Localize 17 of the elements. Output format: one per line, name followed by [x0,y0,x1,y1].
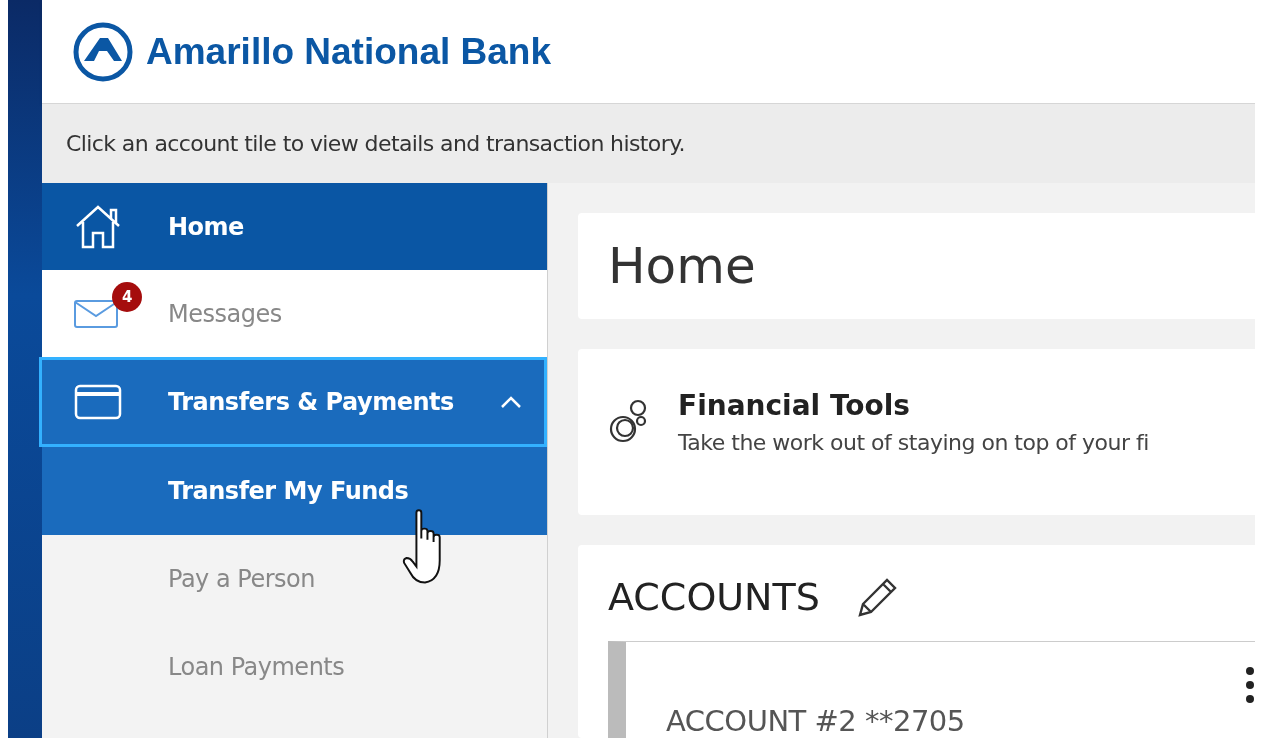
brand-name: Amarillo National Bank [146,30,552,73]
hint-text: Click an account tile to view details and transaction history. [42,104,1255,183]
home-icon [74,203,122,250]
page-title: Home [608,237,756,295]
tools-description: Take the work out of staying on top of your fi [678,430,1149,455]
tools-title: Financial Tools [678,389,912,422]
envelope-icon [74,299,118,328]
logo-icon [72,20,134,83]
nav-item[interactable]: 4 Messages [42,270,547,357]
kebab-menu-icon[interactable] [1245,666,1255,704]
card-icon [74,384,122,420]
account-name: ACCOUNT #2 **2705 [666,704,965,738]
count-badge: 4 [112,281,142,312]
nav-item[interactable]: Transfers & Payments [39,357,547,447]
accounts-heading: ACCOUNTS [608,575,820,619]
financial-tools-card[interactable]: Financial Tools Take the work out of staying on top of your fi [578,349,1255,515]
nav-item[interactable]: Home [42,183,547,270]
